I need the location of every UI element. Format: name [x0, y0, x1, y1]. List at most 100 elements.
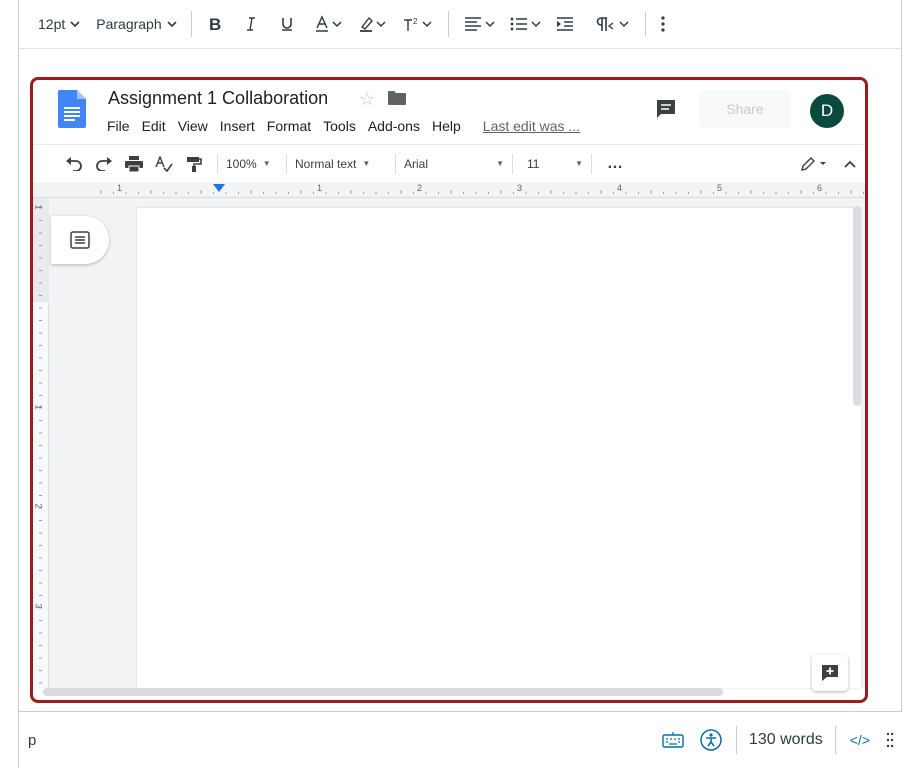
- dropdown-arrow-icon: ▼: [575, 159, 583, 168]
- ruler-number: 4: [617, 183, 623, 193]
- ruler-number: 2: [417, 183, 423, 193]
- ruler-number: 3: [517, 183, 523, 193]
- folder-icon[interactable]: [388, 90, 406, 106]
- list-button[interactable]: [504, 8, 548, 40]
- superscript-button[interactable]: 2: [397, 8, 439, 40]
- status-divider: [834, 726, 836, 754]
- ruler-ticks: [100, 190, 864, 194]
- element-path[interactable]: p: [28, 732, 36, 749]
- ruler-number: 5: [717, 183, 723, 193]
- editor-toolbar: 12pt Paragraph B 2: [18, 0, 902, 48]
- highlight-color-button[interactable]: [353, 8, 393, 40]
- avatar[interactable]: D: [810, 94, 844, 128]
- vertical-ruler: 1 1 2 3: [33, 198, 49, 688]
- chevron-down-icon: [70, 21, 80, 28]
- ruler-number: 1: [317, 183, 323, 193]
- svg-text:B: B: [209, 15, 221, 33]
- bold-button[interactable]: B: [201, 8, 229, 40]
- word-count: 130 words: [748, 731, 823, 748]
- underline-button[interactable]: [273, 8, 301, 40]
- font-dropdown[interactable]: Arial ▼: [404, 157, 504, 171]
- spellcheck-button[interactable]: [149, 155, 179, 172]
- google-docs-logo-icon: [58, 90, 86, 128]
- menu-view[interactable]: View: [178, 118, 208, 134]
- menu-format[interactable]: Format: [267, 118, 311, 134]
- italic-icon: [246, 17, 255, 31]
- ruler-number: 1: [117, 183, 123, 193]
- menu-tools[interactable]: Tools: [323, 118, 356, 134]
- toolbar-divider: [217, 153, 218, 174]
- italic-button[interactable]: [237, 8, 265, 40]
- vruler-number: 1: [33, 404, 44, 410]
- menu-help[interactable]: Help: [432, 118, 461, 134]
- star-icon[interactable]: ☆: [359, 89, 375, 110]
- status-divider: [735, 726, 737, 754]
- toolbar-divider: [591, 153, 592, 174]
- vertical-scrollbar[interactable]: [853, 206, 861, 406]
- indent-button[interactable]: [550, 8, 582, 40]
- share-button[interactable]: Share: [699, 90, 791, 128]
- menu-addons[interactable]: Add-ons: [368, 118, 420, 134]
- text-direction-button[interactable]: [590, 8, 636, 40]
- align-left-icon: [464, 17, 495, 31]
- doc-canvas: [49, 198, 865, 688]
- zoom-dropdown[interactable]: 100% ▼: [226, 157, 278, 171]
- editor-status-bar: p 130 words </>: [18, 712, 902, 768]
- ruler-number: 6: [817, 183, 823, 193]
- accessibility-checker-button[interactable]: [700, 729, 722, 751]
- collapse-menus-button[interactable]: [835, 159, 865, 169]
- doc-menu-bar: File Edit View Insert Format Tools Add-o…: [107, 118, 592, 134]
- last-edit-link[interactable]: Last edit was ...: [483, 118, 580, 134]
- doc-title[interactable]: Assignment 1 Collaboration: [108, 88, 328, 109]
- toolbar-divider: [512, 153, 513, 174]
- keyboard-shortcuts-button[interactable]: [662, 731, 684, 749]
- doc-page[interactable]: [137, 208, 861, 688]
- indent-icon: [556, 17, 573, 31]
- style-dropdown[interactable]: Normal text ▼: [295, 157, 387, 171]
- redo-icon: [96, 156, 112, 171]
- explore-button[interactable]: [812, 655, 848, 691]
- dropdown-arrow-icon: ▼: [496, 159, 504, 168]
- editing-mode-button[interactable]: [795, 156, 835, 172]
- doc-toolbar: 100% ▼ Normal text ▼ Arial ▼ 11 ▼ …: [33, 144, 865, 182]
- dropdown-arrow-icon: ▼: [262, 159, 271, 168]
- menu-insert[interactable]: Insert: [220, 118, 255, 134]
- block-format-dropdown[interactable]: Paragraph: [91, 8, 181, 40]
- indent-marker[interactable]: [213, 184, 225, 192]
- status-actions: 130 words </>: [654, 712, 896, 768]
- font-size-dropdown[interactable]: 12pt: [33, 8, 85, 40]
- text-color-icon: [315, 15, 342, 32]
- undo-button[interactable]: [59, 156, 89, 171]
- underline-icon: [281, 18, 292, 31]
- add-comment-icon: [822, 665, 838, 681]
- block-format-label: Paragraph: [96, 16, 162, 32]
- menu-edit[interactable]: Edit: [142, 118, 166, 134]
- google-doc-embed[interactable]: Assignment 1 Collaboration ☆ File Edit V…: [30, 77, 868, 703]
- align-button[interactable]: [458, 8, 502, 40]
- html-editor-toggle[interactable]: </>: [850, 732, 870, 748]
- drag-handle-icon: [886, 732, 894, 748]
- more-tools-button[interactable]: …: [600, 155, 630, 173]
- vruler-number: 1: [33, 204, 44, 210]
- undo-icon: [66, 156, 82, 171]
- chevron-down-icon: [167, 21, 177, 28]
- document-outline-button[interactable]: [51, 216, 109, 264]
- font-value: Arial: [404, 156, 429, 171]
- font-size-dropdown[interactable]: 11 ▼: [521, 157, 583, 171]
- more-options-button[interactable]: [655, 8, 671, 40]
- resize-handle[interactable]: [886, 731, 894, 749]
- comment-icon[interactable]: [655, 98, 677, 120]
- vruler-number: 2: [33, 503, 44, 509]
- text-color-button[interactable]: [309, 8, 349, 40]
- print-button[interactable]: [119, 155, 149, 172]
- horizontal-scrollbar[interactable]: [43, 688, 723, 696]
- toolbar-divider: [447, 11, 449, 37]
- svg-text:2: 2: [413, 17, 418, 26]
- more-vertical-icon: [661, 16, 665, 32]
- font-size-value: 11: [527, 156, 540, 171]
- redo-button[interactable]: [89, 156, 119, 171]
- horizontal-ruler[interactable]: 1 1 2 3 4 5 6: [33, 182, 865, 198]
- spellcheck-icon: [155, 155, 173, 172]
- paint-format-button[interactable]: [179, 156, 209, 172]
- menu-file[interactable]: File: [107, 118, 130, 134]
